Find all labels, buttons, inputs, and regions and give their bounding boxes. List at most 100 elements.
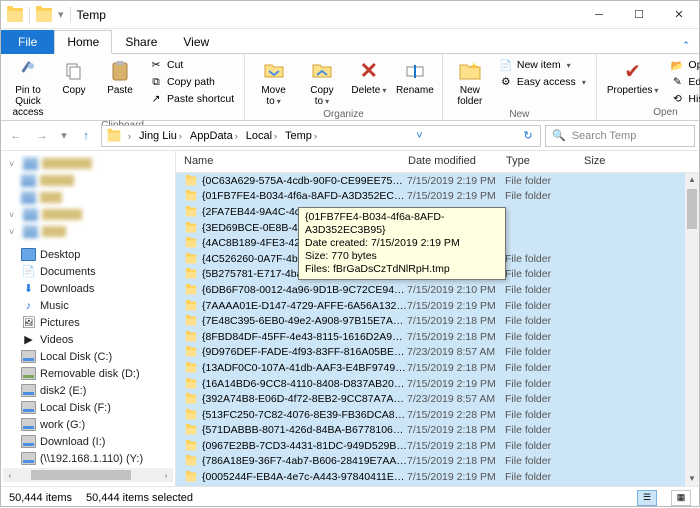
- folder-icon: [186, 348, 197, 357]
- table-row[interactable]: {16A14BD6-9CC8-4110-8408-D837AB200…7/15/…: [176, 376, 699, 392]
- col-size[interactable]: Size: [576, 151, 699, 172]
- ribbon-tabs: File Home Share View ˆ: [1, 29, 699, 53]
- col-date[interactable]: Date modified: [400, 151, 498, 172]
- breadcrumb-seg[interactable]: AppData›: [186, 130, 242, 142]
- move-to-button[interactable]: Move to▾: [251, 57, 296, 109]
- edit-button[interactable]: ✎Edit: [666, 74, 700, 90]
- blurred-icon: [23, 225, 38, 238]
- tab-view[interactable]: View: [170, 30, 222, 54]
- vertical-scrollbar[interactable]: ▲ ▼: [685, 173, 699, 486]
- properties-button[interactable]: ✔ Properties▾: [603, 57, 663, 98]
- tree-item-net-y[interactable]: (\\192.168.1.110) (Y:): [3, 450, 173, 467]
- status-items: 50,444 items: [9, 492, 72, 504]
- tree-item-videos[interactable]: ▶Videos: [3, 331, 173, 348]
- addr-dropdown-icon[interactable]: ˅: [409, 130, 429, 142]
- open-button[interactable]: 📂Open▾: [666, 57, 700, 73]
- table-row[interactable]: {0967E2BB-7CD3-4431-81DC-949D529B5…7/15/…: [176, 438, 699, 454]
- table-row[interactable]: {392A74B8-E06D-4f72-8EB2-9CC87A7AC…7/23/…: [176, 391, 699, 407]
- new-folder-button[interactable]: New folder: [449, 57, 491, 109]
- copy-to-button[interactable]: Copy to▾: [300, 57, 344, 109]
- pin-to-quick-access-button[interactable]: Pin to Quick access: [7, 57, 49, 120]
- tree-item-downloads[interactable]: ⬇Downloads: [3, 280, 173, 297]
- refresh-icon[interactable]: ↻: [518, 129, 538, 142]
- tab-home[interactable]: Home: [54, 30, 112, 54]
- tree-item[interactable]: [3, 172, 173, 189]
- tab-share[interactable]: Share: [112, 30, 170, 54]
- tree-item[interactable]: ˅: [3, 206, 173, 223]
- tree-horizontal-scrollbar[interactable]: ‹›: [3, 468, 173, 482]
- ribbon-group-open: ✔ Properties▾ 📂Open▾ ✎Edit ⟲History Open: [597, 54, 700, 120]
- ribbon-collapse-icon[interactable]: ˆ: [673, 41, 699, 53]
- tree-item-disk-g[interactable]: work (G:): [3, 416, 173, 433]
- tab-file[interactable]: File: [1, 30, 54, 54]
- table-row[interactable]: {8534E6EE-44B6-454e-AAA6-A1817DDE10…7/15…: [176, 485, 699, 486]
- table-row[interactable]: {8FBD84DF-45FF-4e43-8115-1616D2A956…7/15…: [176, 329, 699, 345]
- tree-item-documents[interactable]: 📄Documents: [3, 263, 173, 280]
- table-row[interactable]: {571DABBB-8071-426d-84BA-B6778106…7/15/2…: [176, 423, 699, 439]
- scissors-icon: ✂: [149, 58, 163, 72]
- tree-item[interactable]: ˅: [3, 223, 173, 240]
- back-button[interactable]: ←: [5, 125, 27, 147]
- pictures-icon: 🖼: [21, 316, 36, 329]
- pin-icon: [16, 59, 40, 83]
- table-row[interactable]: {786A18E9-36F7-4ab7-B606-28419E7AAE…7/15…: [176, 454, 699, 470]
- maximize-button[interactable]: ☐: [619, 1, 659, 29]
- copy-button[interactable]: Copy: [53, 57, 95, 98]
- table-row[interactable]: {513FC250-7C82-4076-8E39-FB36DCA89…7/15/…: [176, 407, 699, 423]
- col-name[interactable]: Name: [176, 151, 400, 172]
- table-row[interactable]: {7AAAA01E-D147-4729-AFFE-6A56A13233…7/15…: [176, 298, 699, 314]
- breadcrumb-seg[interactable]: Local›: [242, 130, 281, 142]
- view-details-button[interactable]: ☰: [637, 490, 657, 506]
- ribbon-group-organize: Move to▾ Copy to▾ ✕ Delete▾ Rename Organ…: [245, 54, 443, 120]
- col-type[interactable]: Type: [498, 151, 576, 172]
- easy-access-button[interactable]: ⚙Easy access▾: [495, 74, 590, 90]
- tree-item-disk-f[interactable]: Local Disk (F:): [3, 399, 173, 416]
- new-item-button[interactable]: 📄New item▾: [495, 57, 590, 73]
- tree-item-music[interactable]: ♪Music: [3, 297, 173, 314]
- copy-path-button[interactable]: ⧉Copy path: [145, 74, 238, 90]
- folder-icon: [186, 285, 197, 294]
- table-row[interactable]: {0005244F-EB4A-4e7c-A443-97840411E5…7/15…: [176, 469, 699, 485]
- tree-item[interactable]: [3, 189, 173, 206]
- table-row[interactable]: {9D976DEF-FADE-4f93-83FF-816A05BE48…7/23…: [176, 345, 699, 361]
- documents-icon: 📄: [21, 265, 36, 278]
- tree-item-desktop[interactable]: Desktop: [3, 246, 173, 263]
- paste-shortcut-button[interactable]: ↗Paste shortcut: [145, 91, 238, 107]
- tree-item-disk-e[interactable]: disk2 (E:): [3, 382, 173, 399]
- forward-button[interactable]: →: [31, 125, 53, 147]
- easy-access-icon: ⚙: [499, 75, 513, 89]
- breadcrumb-seg[interactable]: Temp›: [281, 130, 321, 142]
- minimize-button[interactable]: ─: [579, 1, 619, 29]
- nav-tree: ˅ ˅ ˅ Desktop 📄Documents ⬇Downloads ♪Mus…: [1, 151, 176, 486]
- delete-button[interactable]: ✕ Delete▾: [348, 57, 390, 98]
- column-headers: Name Date modified Type Size: [176, 151, 699, 173]
- videos-icon: ▶: [21, 333, 36, 346]
- up-button[interactable]: ↑: [75, 125, 97, 147]
- folder-icon: [186, 363, 197, 372]
- breadcrumb-seg[interactable]: Jing Liu›: [135, 130, 186, 142]
- properties-icon: ✔: [621, 59, 645, 83]
- tree-item-pictures[interactable]: 🖼Pictures: [3, 314, 173, 331]
- table-row[interactable]: {0C63A629-575A-4cdb-90F0-CE99EE7562…7/15…: [176, 173, 699, 189]
- table-row[interactable]: {7E48C395-6EB0-49e2-A908-97B15E7A94…7/15…: [176, 313, 699, 329]
- table-row[interactable]: {6DB6F708-0012-4a96-9D1B-9C72CE94EB…7/15…: [176, 282, 699, 298]
- rename-button[interactable]: Rename: [394, 57, 436, 98]
- table-row[interactable]: {13ADF0C0-107A-41db-AAF3-E4BF9749…7/15/2…: [176, 360, 699, 376]
- tree-item-disk-c[interactable]: Local Disk (C:): [3, 348, 173, 365]
- history-button[interactable]: ⟲History: [666, 91, 700, 107]
- recent-button[interactable]: ▾: [57, 125, 71, 147]
- tree-item-disk-d[interactable]: Removable disk (D:): [3, 365, 173, 382]
- status-selected: 50,444 items selected: [86, 492, 193, 504]
- folder-icon: [186, 254, 197, 263]
- table-row[interactable]: {01FB7FE4-B034-4f6a-8AFD-A3D352EC3B…7/15…: [176, 189, 699, 205]
- address-bar[interactable]: › Jing Liu› AppData› Local› Temp› ˅ ↻: [101, 125, 541, 147]
- window-title: Temp: [77, 8, 106, 22]
- paste-button[interactable]: Paste: [99, 57, 141, 98]
- tree-item-disk-i[interactable]: Download (I:): [3, 433, 173, 450]
- view-icons-button[interactable]: ▦: [671, 490, 691, 506]
- copy-icon: [62, 59, 86, 83]
- close-button[interactable]: ✕: [659, 1, 699, 29]
- cut-button[interactable]: ✂Cut: [145, 57, 238, 73]
- search-input[interactable]: 🔍 Search Temp: [545, 125, 695, 147]
- tree-item[interactable]: ˅: [3, 155, 173, 172]
